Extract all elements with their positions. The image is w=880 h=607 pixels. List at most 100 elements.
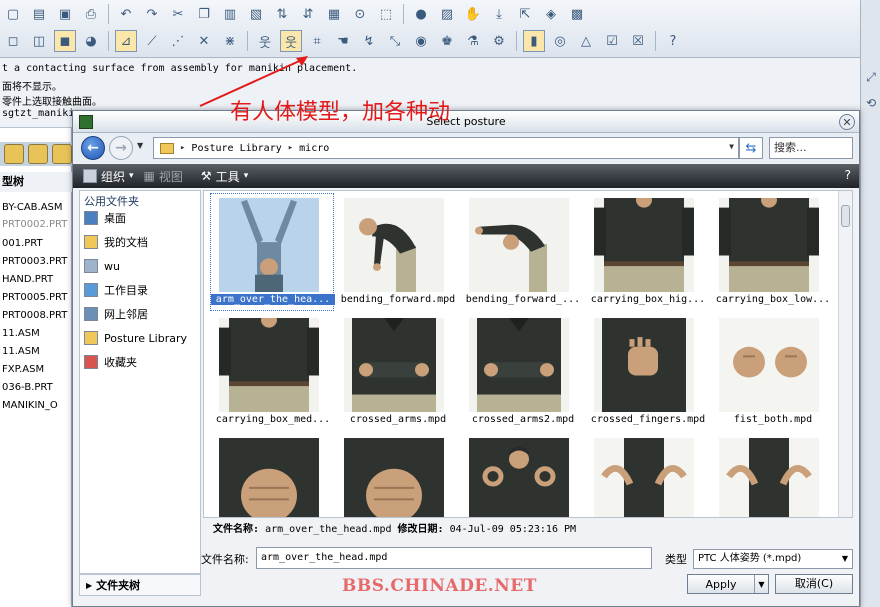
tree-item[interactable]: PRT0005.PRT [2,292,67,303]
cube-hidden-icon[interactable]: ◫ [28,30,50,52]
views-menu[interactable]: ▦ 视图 [144,168,183,185]
tree-item[interactable]: HAND.PRT [2,274,53,285]
zoom-in-icon[interactable]: ⤢ [861,68,880,86]
coordinate-system-icon[interactable]: ✕ [193,30,215,52]
file-type-select[interactable]: PTC 人体姿势 (*.mpd) ▼ [693,549,853,569]
color-bars-icon[interactable]: ▮ [523,30,545,52]
datum-display-icon[interactable]: ⋇ [219,30,241,52]
new-file-icon[interactable]: ▢ [2,3,24,25]
history-dropdown-icon[interactable]: ▼ [137,141,143,150]
view-manager-icon[interactable]: ▩ [566,3,588,25]
file-thumbnail[interactable]: bending_forward_... [460,193,584,311]
tree-item[interactable]: PRT0003.PRT [2,256,67,267]
vertical-scrollbar[interactable] [838,191,852,517]
address-bar[interactable]: ▸ Posture Library ▸ micro ▼ [153,137,739,159]
favorites-tab-icon[interactable] [52,144,72,164]
zoom-icon[interactable]: ⤓ [488,3,510,25]
file-thumbnail[interactable]: bending_forward.mpd [335,193,459,311]
annotation-icon[interactable]: ⇱ [514,3,536,25]
nav-item[interactable]: Posture Library [84,327,187,349]
file-thumbnail[interactable]: carrying_box_hig... [585,193,709,311]
datum-plane-icon[interactable]: ⊿ [115,30,137,52]
file-thumbnail[interactable]: arm_over_the_hea... [210,193,335,311]
save-icon[interactable]: ▣ [54,3,76,25]
cut-icon[interactable]: ✂ [167,3,189,25]
tools-menu[interactable]: ⚒ 工具 ▾ [201,168,248,185]
nav-item[interactable]: 网上邻居 [84,303,148,325]
close-window-icon[interactable]: ☒ [627,30,649,52]
tree-item[interactable]: 036-B.PRT [2,382,53,393]
tree-item[interactable]: 001.PRT [2,238,43,249]
apply-dropdown-icon[interactable]: ▼ [754,575,768,593]
binoculars-icon[interactable]: ⊙ [349,3,371,25]
chevron-down-icon[interactable]: ▼ [729,142,734,151]
help-pointer-icon[interactable]: ? [662,30,684,52]
file-thumbnail[interactable]: fist_both.mpd [710,313,834,431]
nav-item[interactable]: wu [84,255,120,277]
settings-icon[interactable]: ⚙ [488,30,510,52]
back-arrow-icon[interactable]: ← [81,136,105,160]
redo-icon[interactable]: ↷ [141,3,163,25]
measure-icon[interactable]: △ [575,30,597,52]
cancel-button[interactable]: 取消(C) [775,574,853,594]
file-thumbnail[interactable] [335,433,459,517]
search-input[interactable]: 搜索... [769,137,853,159]
display-style-icon[interactable]: ▨ [436,3,458,25]
file-thumbnail[interactable]: crossed_arms2.mpd [460,313,584,431]
folder-tree-toggle[interactable]: ▶ 文件夹树 [79,574,201,596]
vision-icon[interactable]: ◉ [410,30,432,52]
file-thumbnail[interactable] [585,433,709,517]
tree-item[interactable]: PRT0002.PRT [2,219,67,230]
cube-wire-icon[interactable]: ◻ [2,30,24,52]
scrollbar-thumb[interactable] [841,205,850,227]
tree-item[interactable]: 11.ASM [2,328,40,339]
close-icon[interactable]: ✕ [839,114,855,130]
organize-menu[interactable]: 组织 ▾ [83,168,134,185]
shading-sphere-icon[interactable]: ● [410,3,432,25]
datum-point-icon[interactable]: ⋰ [167,30,189,52]
manikin-edit-icon[interactable]: ⌗ [306,30,328,52]
reach-icon[interactable]: ↯ [358,30,380,52]
file-thumbnail[interactable]: carrying_box_med... [210,313,334,431]
file-thumbnail[interactable]: crossed_fingers.mpd [585,313,709,431]
check-window-icon[interactable]: ☑ [601,30,623,52]
select-box-icon[interactable]: ⬚ [375,3,397,25]
refit-icon[interactable]: ⟲ [861,94,880,112]
tree-item[interactable]: MANIKIN_O [2,400,58,411]
breadcrumb-segment[interactable]: Posture Library [191,143,281,154]
copy-icon[interactable]: ❐ [193,3,215,25]
paste-icon[interactable]: ▥ [219,3,241,25]
filename-input[interactable]: arm_over_the_head.mpd [256,547,652,569]
apply-button[interactable]: Apply ▼ [687,574,769,594]
tree-item[interactable]: FXP.ASM [2,364,44,375]
help-pointer-icon[interactable]: ? [845,168,851,182]
regenerate-manager-icon[interactable]: ⇵ [297,3,319,25]
regenerate-icon[interactable]: ⇅ [271,3,293,25]
layer-icon[interactable]: ◈ [540,3,562,25]
folder-tab-icon[interactable] [28,144,48,164]
tree-tab-icon[interactable] [4,144,24,164]
nav-item[interactable]: 桌面 [84,207,126,229]
tree-item[interactable]: BY-CAB.ASM [2,202,63,213]
nav-item[interactable]: 收藏夹 [84,351,137,373]
window-icon[interactable]: ▦ [323,3,345,25]
paste-special-icon[interactable]: ▧ [245,3,267,25]
datum-axis-icon[interactable]: ⟋ [141,30,163,52]
tree-item[interactable]: PRT0008.PRT [2,310,67,321]
print-icon[interactable]: ⎙ [80,3,102,25]
grab-hand-icon[interactable]: ☚ [332,30,354,52]
file-thumbnail[interactable] [210,433,334,517]
nav-item[interactable]: 我的文档 [84,231,148,253]
forward-arrow-icon[interactable]: → [109,136,133,160]
analysis-icon[interactable]: ⚗ [462,30,484,52]
appearance-icon[interactable]: ◕ [80,30,102,52]
refresh-icon[interactable]: ⇆ [739,137,763,159]
manikin-posture-icon[interactable]: 웃 [280,30,302,52]
file-thumbnail[interactable] [710,433,834,517]
probe-icon[interactable]: ⤡ [384,30,406,52]
cube-shaded-icon[interactable]: ◼ [54,30,76,52]
file-thumbnail[interactable]: carrying_box_low... [710,193,834,311]
manikin-insert-icon[interactable]: 웃 [254,30,276,52]
file-thumbnail[interactable] [460,433,584,517]
pan-hand-icon[interactable]: ✋ [462,3,484,25]
